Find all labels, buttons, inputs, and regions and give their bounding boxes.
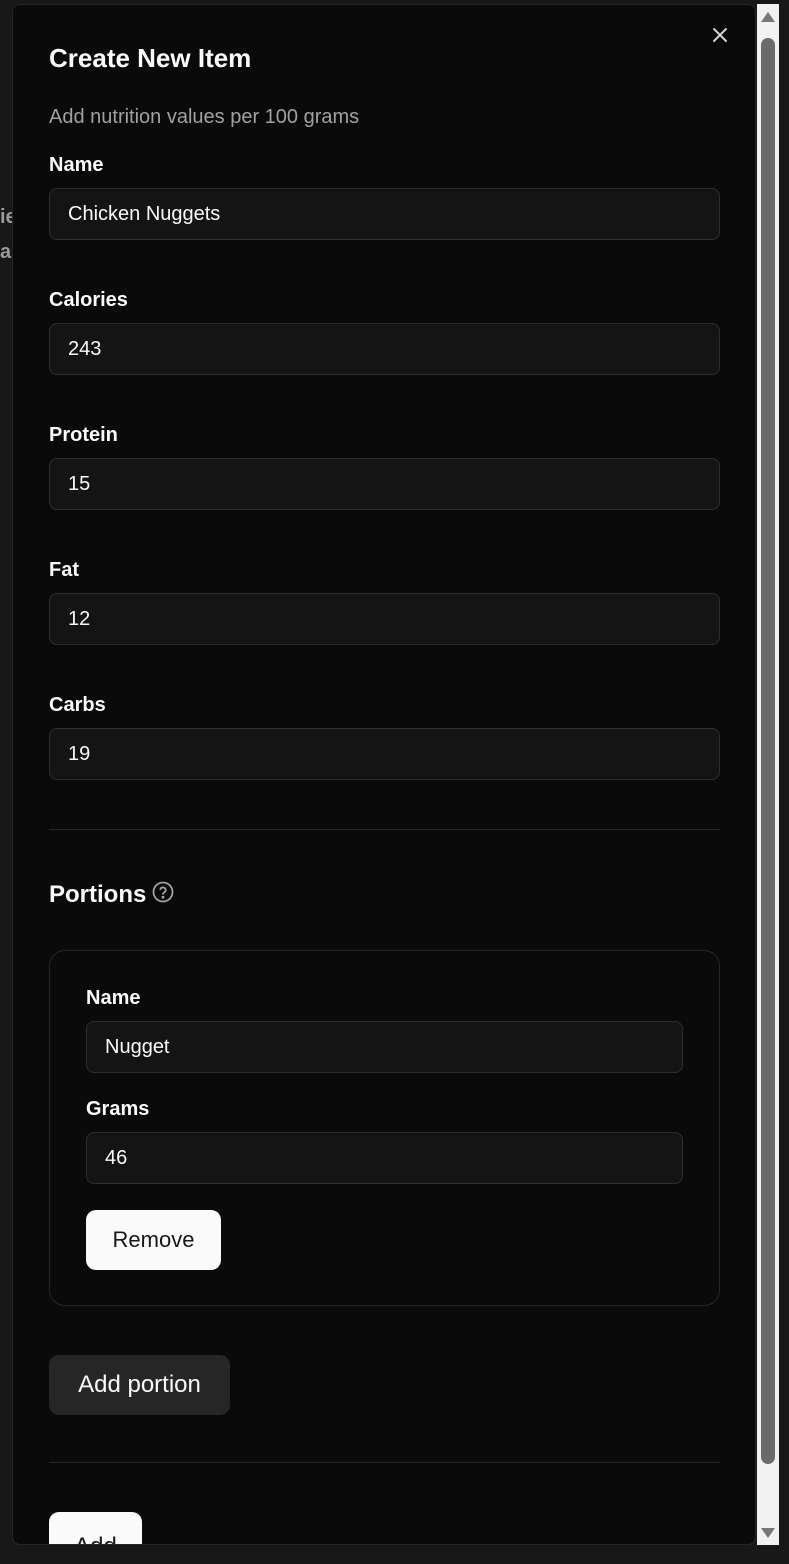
protein-label: Protein	[49, 424, 118, 446]
fat-input[interactable]	[49, 593, 720, 645]
create-item-dialog: Create New Item Add nutrition values per…	[12, 4, 756, 1545]
help-circle-icon[interactable]	[151, 880, 175, 904]
close-icon	[713, 28, 727, 42]
portion-grams-input[interactable]	[86, 1132, 683, 1184]
portions-title: Portions	[49, 881, 147, 908]
background-text-fragment: a	[0, 241, 12, 263]
scrollbar-thumb[interactable]	[761, 38, 775, 1464]
portion-name-label: Name	[86, 987, 141, 1009]
portion-grams-label: Grams	[86, 1098, 150, 1120]
fat-label: Fat	[49, 559, 79, 581]
calories-input[interactable]	[49, 323, 720, 375]
remove-portion-button[interactable]: Remove	[86, 1210, 221, 1270]
name-input[interactable]	[49, 188, 720, 240]
carbs-label: Carbs	[49, 694, 106, 716]
add-portion-button[interactable]: Add portion	[49, 1355, 230, 1415]
calories-label: Calories	[49, 289, 128, 311]
portion-name-input[interactable]	[86, 1021, 683, 1073]
dialog-subtitle: Add nutrition values per 100 grams	[49, 106, 360, 128]
dialog-title: Create New Item	[49, 43, 252, 73]
add-item-button[interactable]: Add	[49, 1512, 142, 1544]
footer-divider	[49, 1462, 720, 1463]
scrollbar[interactable]	[757, 4, 779, 1545]
name-label: Name	[49, 154, 104, 176]
close-button[interactable]	[710, 25, 730, 45]
scroll-up-arrow-icon[interactable]	[761, 12, 775, 22]
scroll-down-arrow-icon[interactable]	[761, 1528, 775, 1538]
protein-input[interactable]	[49, 458, 720, 510]
carbs-input[interactable]	[49, 728, 720, 780]
section-divider	[49, 829, 720, 830]
